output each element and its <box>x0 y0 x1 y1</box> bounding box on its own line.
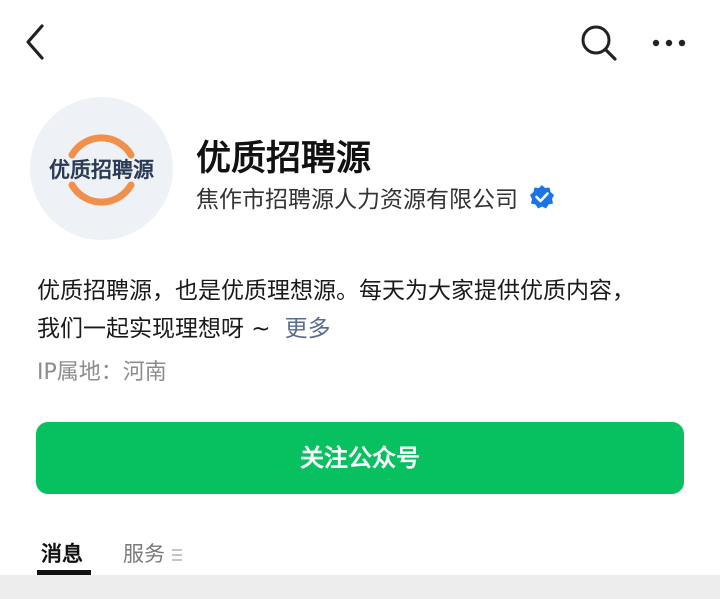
company-name: 焦作市招聘源人力资源有限公司 <box>196 187 518 213</box>
tab-messages[interactable]: 消息 <box>41 538 83 568</box>
account-intro: 优质招聘源，也是优质理想源。每天为大家提供优质内容， 我们一起实现理想呀 ~ 更多 <box>37 272 697 348</box>
tab-services-label: 服务 <box>123 542 165 566</box>
follow-button[interactable]: 关注公众号 <box>36 422 684 494</box>
avatar-logo-text: 优质招聘源 <box>49 158 154 182</box>
intro-line-1: 优质招聘源，也是优质理想源。每天为大家提供优质内容， <box>37 278 635 304</box>
account-name: 优质招聘源 <box>196 139 372 179</box>
tab-bar: 消息 服务 <box>37 530 337 576</box>
menu-lines-icon <box>172 549 182 561</box>
verified-badge-icon <box>530 185 555 209</box>
more-options-button[interactable] <box>646 22 692 62</box>
search-icon <box>581 25 617 61</box>
top-bar <box>0 0 720 84</box>
content-divider <box>0 575 720 599</box>
tab-services[interactable]: 服务 <box>123 538 183 568</box>
more-dots-icon <box>652 39 686 47</box>
intro-line-2: 我们一起实现理想呀 ~ 更多 <box>37 310 697 348</box>
company-row[interactable]: 焦作市招聘源人力资源有限公司 <box>196 180 555 214</box>
chevron-left-icon <box>26 24 44 60</box>
search-button[interactable] <box>576 20 620 64</box>
ip-location: IP属地：河南 <box>37 360 167 385</box>
intro-more-link[interactable]: 更多 <box>285 316 331 342</box>
back-button[interactable] <box>20 22 56 62</box>
intro-line-2-text: 我们一起实现理想呀 ~ <box>37 316 271 342</box>
account-avatar[interactable]: 优质招聘源 <box>30 97 173 240</box>
